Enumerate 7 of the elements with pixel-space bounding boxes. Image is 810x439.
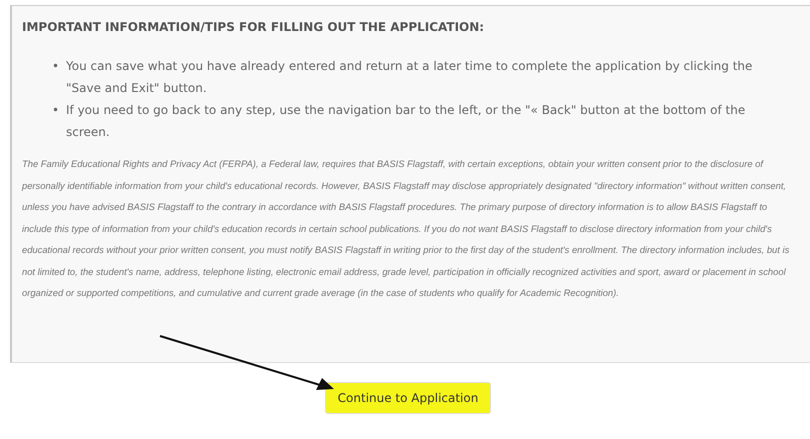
tip-item: You can save what you have already entered and return at a later time to complete the application by clicking the "Save and Exit" button. [66, 58, 754, 97]
ferpa-notice: The Family Educational Rights and Privacy Act (FERPA), a Federal law, requires that BASIS Flagstaff, with certain exceptions, obtain your written consent prior to the disclosure of personally identifiable information from your child's educational records. However, BASIS Flagstaff may disclose appropriately designated "directory information" without written consent, unless you have advised BASIS Flagstaff to the contrary in accordance with BASIS Flagstaff procedures. The primary purpose of directory information is to allow BASIS Flagstaff to include this type of information from your child's education records in certain school publications. If you do not want BASIS Flagstaff to disclose directory information from your child's educational records without your prior written consent, you must notify BASIS Flagstaff in writing prior to the first day of the student's enrollment. The directory information includes, but is not limited to, the student's name, address, telephone listing, electronic email address, grade level, participation in officially recognized activities and sport, award or placement in school organized or supported competitions, and cumulative and current grade average (in the case of students who qualify for Academic Recognition). [22, 157, 790, 300]
bullet-mark: • [52, 102, 60, 119]
continue-button[interactable]: Continue to Application [324, 382, 492, 414]
bullet-mark: • [52, 58, 60, 75]
section-heading: IMPORTANT INFORMATION/TIPS FOR FILLING OUT THE APPLICATION: [22, 20, 486, 34]
tip-item: If you need to go back to any step, use the navigation bar to the left, or the "« Back" button at the bottom of the screen. [66, 102, 746, 141]
